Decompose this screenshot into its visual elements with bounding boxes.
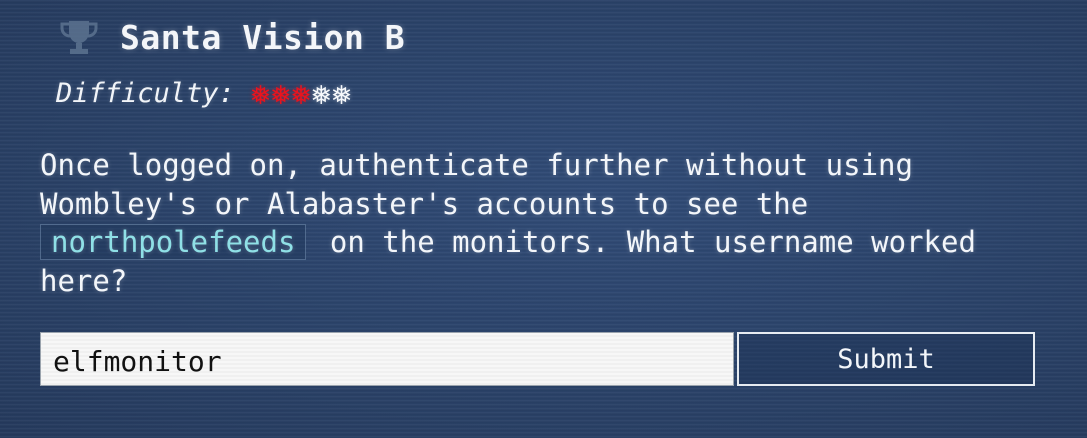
trophy-icon bbox=[58, 16, 100, 58]
snowflake-empty-icon: ❅ bbox=[331, 73, 352, 112]
objective-panel: Santa Vision B Difficulty: ❅ ❅ ❅ ❅ ❅ Once lo… bbox=[0, 0, 1087, 438]
objective-title: Santa Vision B bbox=[120, 17, 406, 57]
snowflake-filled-icon: ❅ bbox=[271, 73, 291, 112]
answer-input[interactable] bbox=[40, 332, 734, 386]
objective-description: Once logged on, authenticate further wit… bbox=[40, 146, 1040, 300]
description-text-before: Once logged on, authenticate further wit… bbox=[40, 148, 913, 221]
answer-form: Submit bbox=[40, 332, 1035, 386]
snowflake-filled-icon: ❅ bbox=[250, 73, 271, 112]
objective-header: Santa Vision B bbox=[58, 16, 405, 58]
snowflake-filled-icon: ❅ bbox=[291, 73, 311, 112]
difficulty-row: Difficulty: ❅ ❅ ❅ ❅ ❅ bbox=[56, 77, 351, 110]
difficulty-label: Difficulty: bbox=[56, 78, 235, 109]
difficulty-rating: ❅ ❅ ❅ ❅ ❅ bbox=[251, 77, 351, 109]
code-chip-northpolefeeds: northpolefeeds bbox=[40, 224, 307, 260]
snowflake-empty-icon: ❅ bbox=[311, 73, 331, 112]
submit-button[interactable]: Submit bbox=[737, 332, 1035, 386]
